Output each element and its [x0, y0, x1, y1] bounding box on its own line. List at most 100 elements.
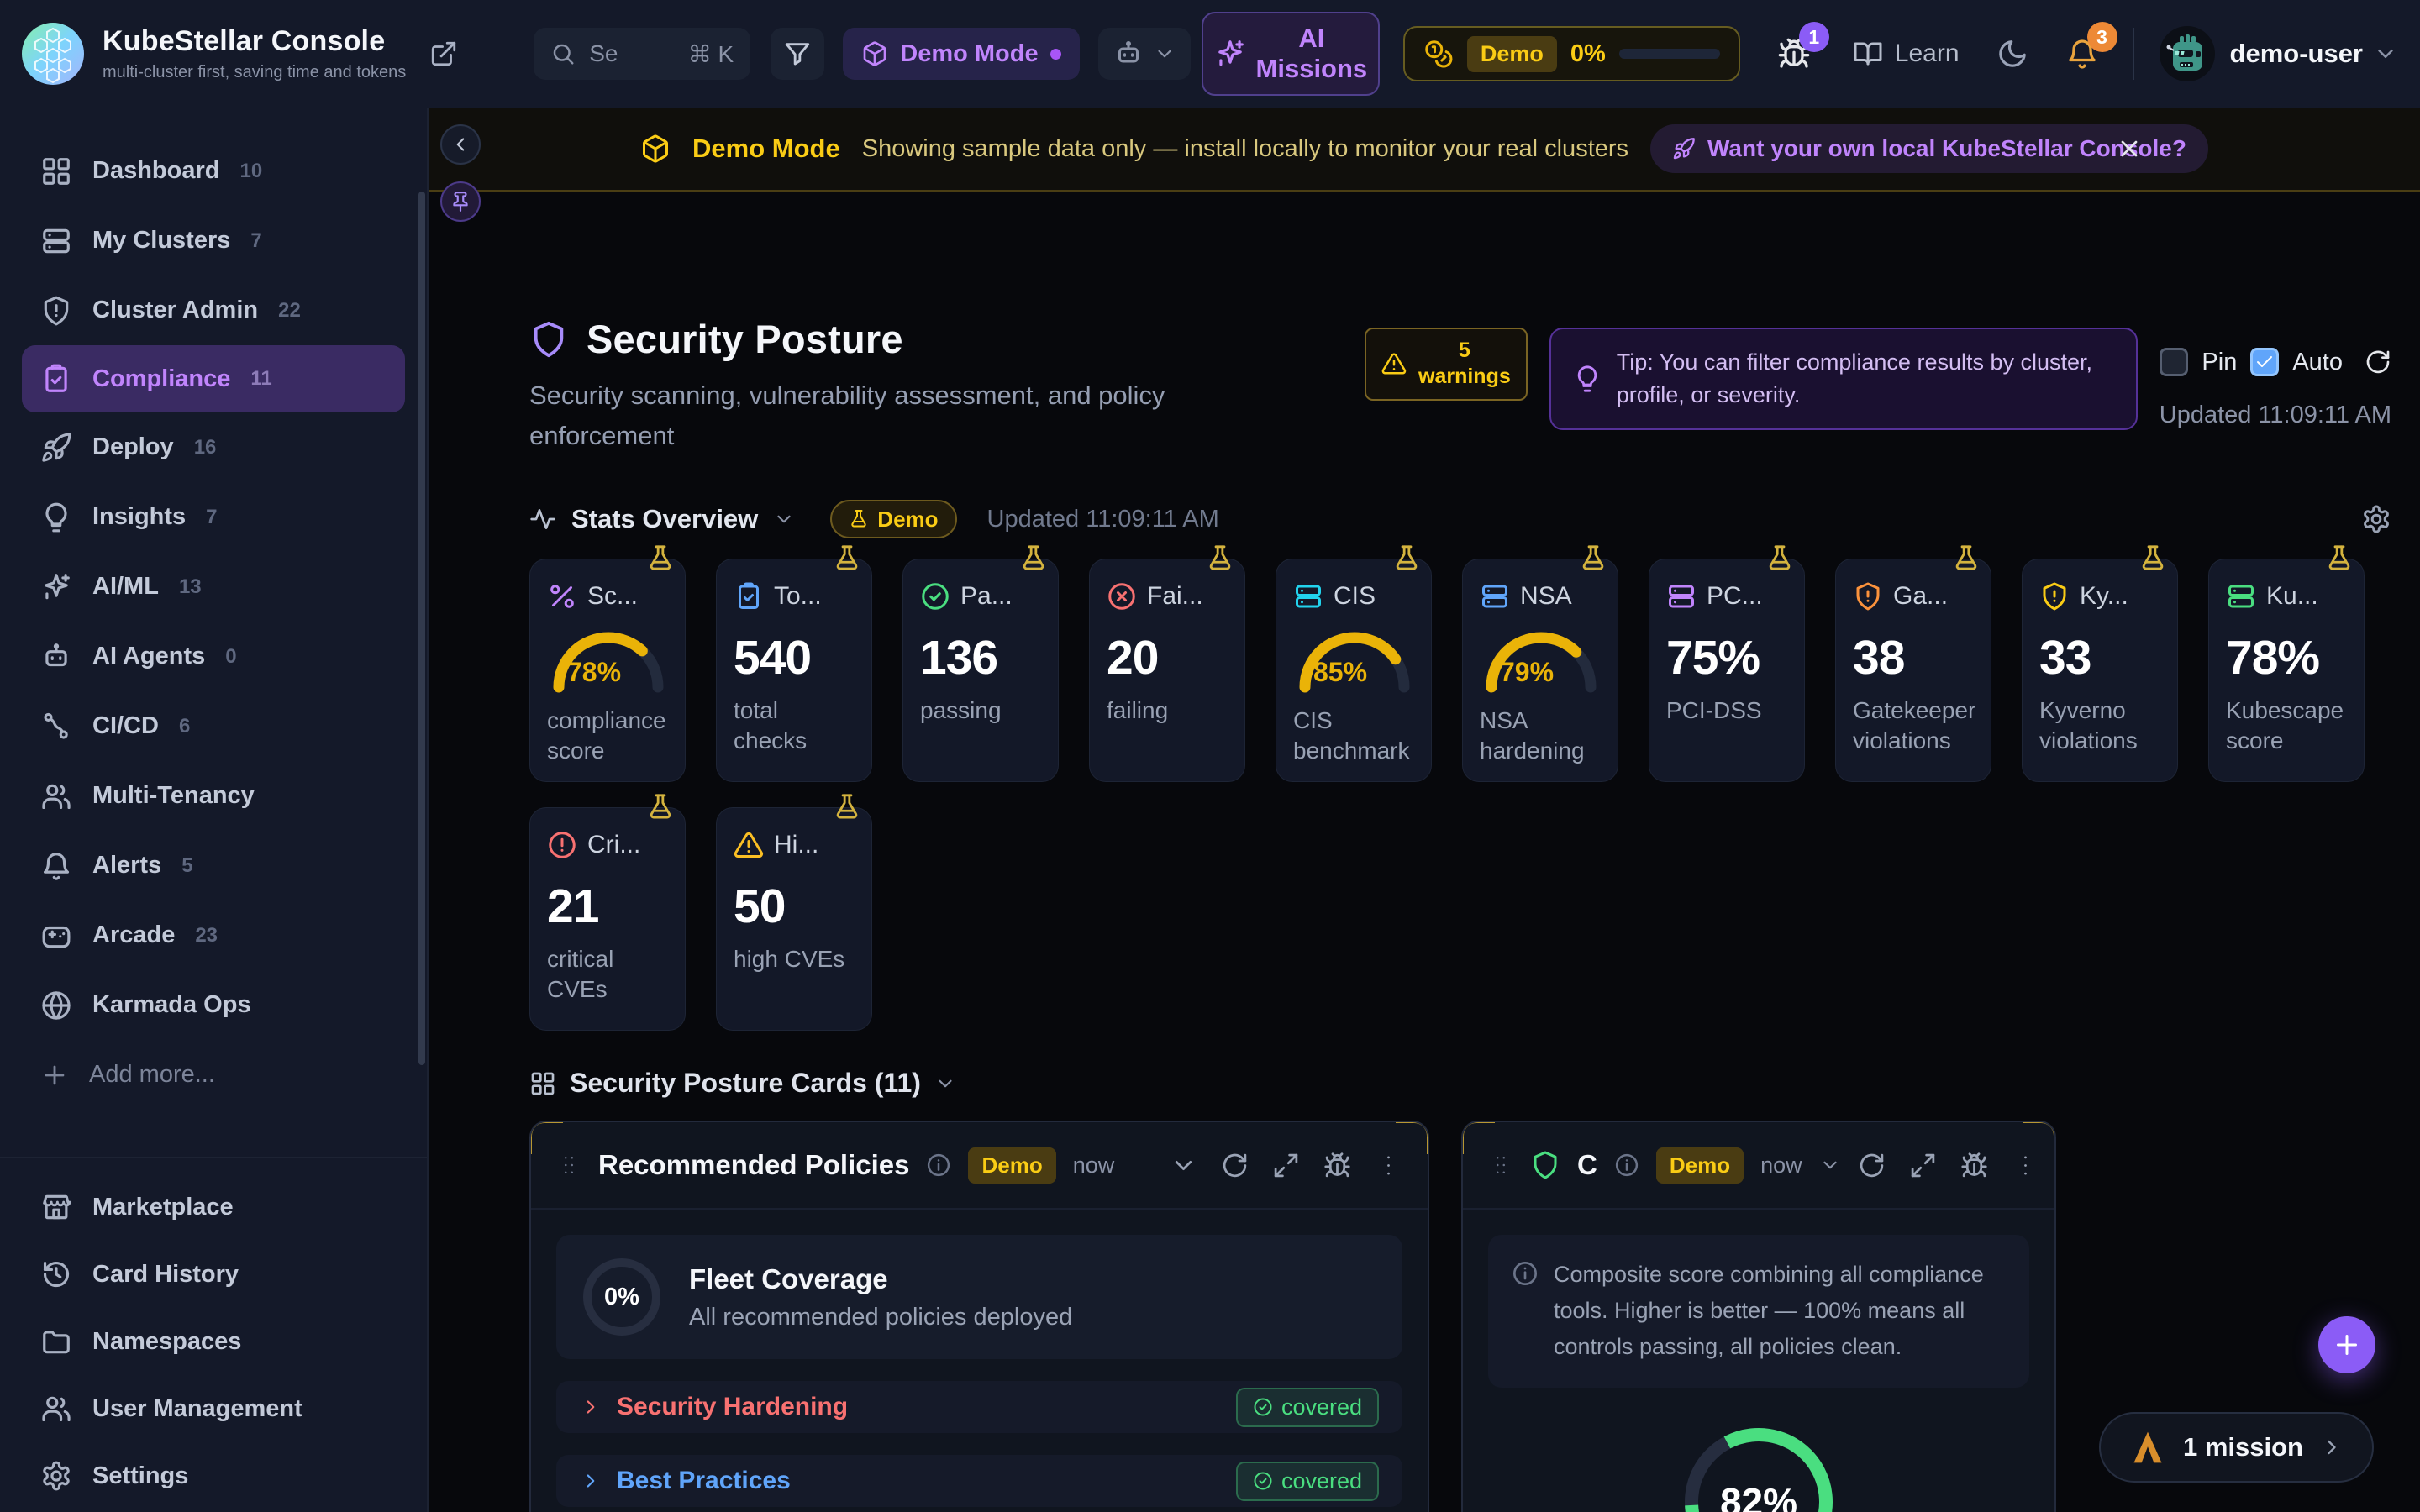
sidebar-item-user-management[interactable]: User Management: [0, 1375, 427, 1442]
card-menu-icon[interactable]: [1375, 1152, 1402, 1179]
banner-close-icon[interactable]: [2116, 135, 2143, 162]
stat-card-passing[interactable]: Pa...136passing: [902, 559, 1059, 782]
item-count: 5: [182, 854, 192, 878]
stat-card-cis-benchmark[interactable]: CIS85%CIS benchmark: [1276, 559, 1432, 782]
external-link-icon[interactable]: [429, 39, 458, 68]
mission-count-label: 1 mission: [2183, 1432, 2303, 1462]
stat-card-pci-dss[interactable]: PC...75%PCI-DSS: [1649, 559, 1805, 782]
auto-checkbox[interactable]: [2250, 348, 2279, 376]
stat-card-kyverno-violations[interactable]: Ky...33Kyverno violations: [2022, 559, 2178, 782]
add-more-label: Add more...: [89, 1061, 215, 1089]
refresh-button[interactable]: [2365, 349, 2391, 375]
warnings-count: 5: [1459, 339, 1470, 362]
filter-button[interactable]: [771, 28, 824, 80]
sparkles-icon: [40, 571, 72, 603]
sidebar-item-deploy[interactable]: Deploy16: [0, 412, 427, 482]
sidebar-item-marketplace[interactable]: Marketplace: [0, 1173, 427, 1241]
sidebar-item-dashboard[interactable]: Dashboard10: [0, 136, 427, 206]
sidebar-item-ai-ml[interactable]: AI/ML13: [0, 552, 427, 622]
card-demo-badge: Demo: [968, 1147, 1055, 1184]
chevron-down-icon[interactable]: [773, 508, 795, 530]
demo-flask-icon: [1206, 544, 1234, 573]
sidebar-item-arcade[interactable]: Arcade23: [0, 900, 427, 970]
search-input[interactable]: Se ⌘ K: [534, 28, 750, 80]
sidebar-item-insights[interactable]: Insights7: [0, 482, 427, 552]
plus-icon: [40, 1061, 69, 1089]
stats-settings-button[interactable]: [2361, 504, 2391, 534]
add-card-fab[interactable]: [2318, 1316, 2375, 1373]
demo-mode-toggle[interactable]: Demo Mode: [843, 28, 1079, 80]
item-count: 7: [206, 506, 217, 529]
stats-overview-dropdown[interactable]: Stats Overview: [571, 504, 758, 534]
alert-triangle-icon: [734, 830, 764, 860]
stats-demo-badge: Demo: [830, 500, 956, 538]
stat-value: 78%: [567, 657, 621, 688]
sidebar-item-card-history[interactable]: Card History: [0, 1241, 427, 1308]
sidebar-add-more[interactable]: Add more...: [0, 1040, 427, 1110]
stat-card-gatekeeper-violations[interactable]: Ga...38Gatekeeper violations: [1835, 559, 1991, 782]
time-range-chevron[interactable]: [1819, 1154, 1841, 1176]
header-divider: [2133, 28, 2134, 80]
theme-toggle[interactable]: [1996, 38, 2028, 70]
funnel-icon: [783, 39, 812, 68]
stat-value: 21: [547, 879, 668, 934]
refresh-card-icon[interactable]: [1221, 1152, 1249, 1179]
mission-logo-icon: [2129, 1429, 2166, 1466]
sidebar-item-cluster-admin[interactable]: Cluster Admin22: [0, 276, 427, 345]
sidebar-item-ci-cd[interactable]: CI/CD6: [0, 691, 427, 761]
sidebar-item-namespaces[interactable]: Namespaces: [0, 1308, 427, 1375]
debug-button[interactable]: 1: [1777, 37, 1811, 71]
cards-section-title[interactable]: Security Posture Cards (11): [570, 1068, 921, 1099]
pin-checkbox[interactable]: [2160, 348, 2188, 376]
demo-flask-icon: [1579, 544, 1607, 573]
drag-handle[interactable]: [556, 1152, 581, 1178]
ai-missions-button[interactable]: AI Missions: [1202, 12, 1380, 96]
debug-card-icon[interactable]: [1960, 1152, 1988, 1179]
stat-card-compliance-score[interactable]: Sc...78%compliance score: [529, 559, 686, 782]
expand-card-icon[interactable]: [1909, 1152, 1937, 1179]
sidebar-item-ai-agents[interactable]: AI Agents0: [0, 622, 427, 691]
policy-row-security-hardening[interactable]: Security Hardeningcovered: [556, 1381, 1402, 1433]
policy-row-best-practices[interactable]: Best Practicescovered: [556, 1455, 1402, 1507]
kubestellar-logo: [22, 23, 84, 85]
stat-card-kubescape-score[interactable]: Ku...78%Kubescape score: [2208, 559, 2365, 782]
notifications-button[interactable]: 3: [2065, 37, 2099, 71]
grid-icon: [529, 1070, 556, 1097]
warnings-badge[interactable]: 5 warnings: [1365, 328, 1528, 401]
expand-card-icon[interactable]: [1272, 1152, 1300, 1179]
collapse-sidebar-button[interactable]: [440, 124, 481, 165]
stat-card-failing[interactable]: Fai...20failing: [1089, 559, 1245, 782]
chevron-down-icon[interactable]: [934, 1073, 956, 1095]
ai-missions-label: AI Missions: [1256, 24, 1368, 83]
token-usage-pill[interactable]: Demo 0%: [1403, 26, 1740, 81]
agent-dropdown[interactable]: [1098, 28, 1191, 80]
info-icon[interactable]: [1614, 1152, 1639, 1178]
learn-link[interactable]: Learn: [1853, 39, 1960, 69]
sidebar-item-karmada-ops[interactable]: Karmada Ops: [0, 970, 427, 1040]
missions-pill[interactable]: 1 mission: [2099, 1412, 2374, 1483]
stat-card-total-checks[interactable]: To...540total checks: [716, 559, 872, 782]
sidebar-item-my-clusters[interactable]: My Clusters7: [0, 206, 427, 276]
user-menu-chevron-icon[interactable]: [2373, 41, 2398, 66]
avatar[interactable]: [2160, 26, 2215, 81]
demo-pin-badge[interactable]: [440, 181, 481, 222]
sidebar-scrollbar[interactable]: [418, 192, 425, 1065]
banner-cta-label: Want your own local KubeStellar Console?: [1707, 135, 2186, 162]
stat-card-nsa-hardening[interactable]: NSA79%NSA hardening: [1462, 559, 1618, 782]
stat-card-critical-cves[interactable]: Cri...21critical CVEs: [529, 807, 686, 1031]
demo-mode-label: Demo Mode: [900, 40, 1038, 68]
auto-label: Auto: [2292, 349, 2343, 376]
card-menu-icon[interactable]: [2012, 1152, 2039, 1179]
debug-card-icon[interactable]: [1323, 1152, 1351, 1179]
sidebar-item-compliance[interactable]: Compliance11: [22, 345, 405, 412]
sidebar-item-multi-tenancy[interactable]: Multi-Tenancy: [0, 761, 427, 831]
flask-icon: [849, 509, 869, 529]
sidebar-item-alerts[interactable]: Alerts5: [0, 831, 427, 900]
sidebar-item-settings[interactable]: Settings: [0, 1442, 427, 1509]
collapse-card-icon[interactable]: [1170, 1152, 1197, 1179]
info-icon[interactable]: [926, 1152, 951, 1178]
refresh-card-icon[interactable]: [1858, 1152, 1886, 1179]
drag-handle[interactable]: [1488, 1152, 1513, 1178]
stat-card-high-cves[interactable]: Hi...50high CVEs: [716, 807, 872, 1031]
sidebar: Dashboard10My Clusters7Cluster Admin22Co…: [0, 108, 429, 1512]
